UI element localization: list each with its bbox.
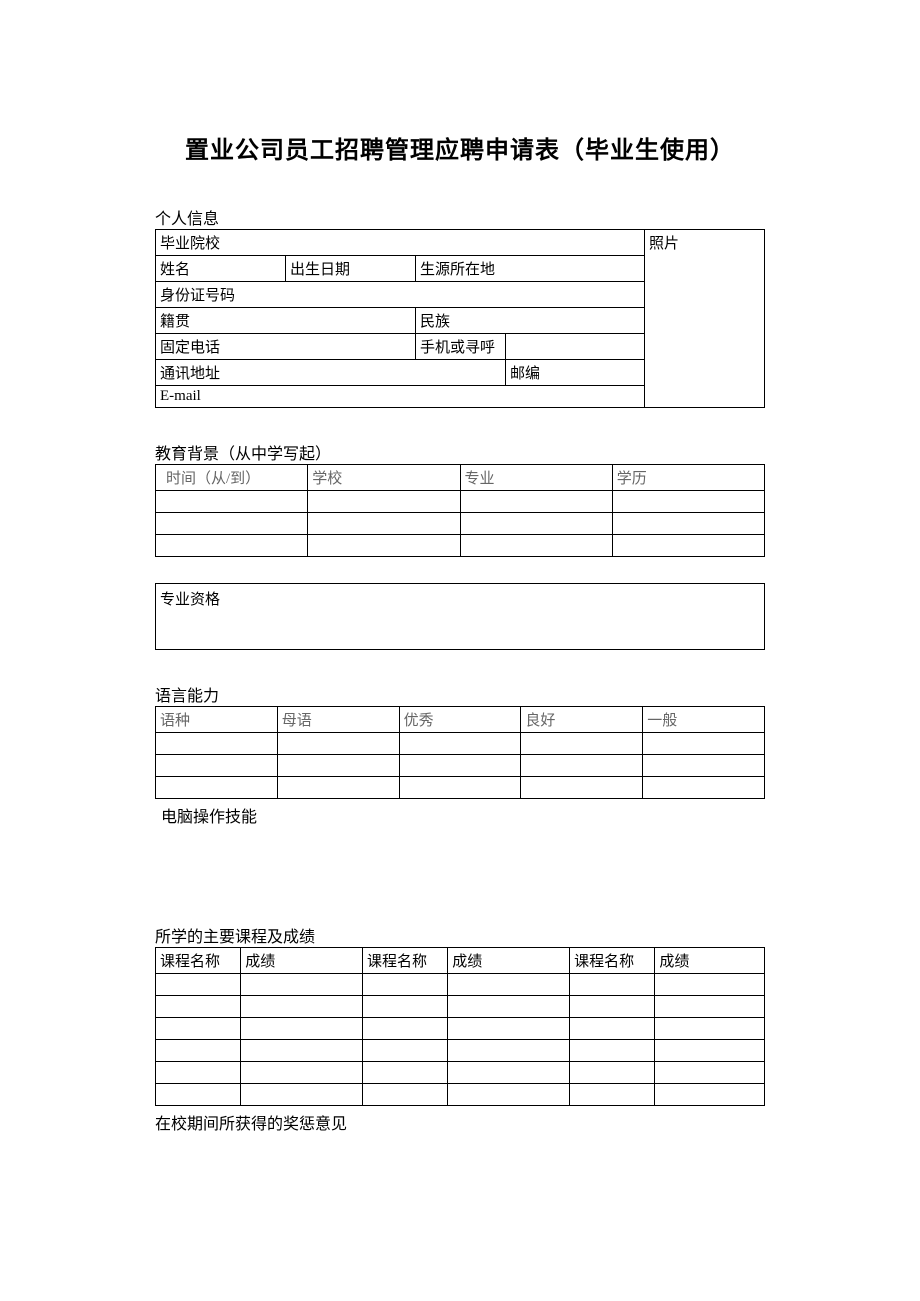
name-label: 姓名 (156, 256, 286, 282)
edu-col-school: 学校 (308, 465, 460, 491)
table-row (156, 1018, 765, 1040)
awards-heading: 在校期间所获得的奖惩意见 (155, 1110, 765, 1134)
table-row (156, 491, 765, 513)
lang-col-good: 良好 (521, 707, 643, 733)
course-col-score-3: 成绩 (655, 948, 765, 974)
edu-col-time: 时间（从/到） (156, 465, 308, 491)
mobile-label: 手机或寻呼 (416, 334, 506, 360)
table-row (156, 733, 765, 755)
table-row (156, 513, 765, 535)
table-row (156, 535, 765, 557)
table-row (156, 1062, 765, 1084)
table-row (156, 996, 765, 1018)
spacer (155, 408, 765, 434)
lang-col-fair: 一般 (643, 707, 765, 733)
courses-table: 课程名称 成绩 课程名称 成绩 课程名称 成绩 (155, 947, 765, 1106)
mobile-value (506, 334, 645, 360)
grad-school-label: 毕业院校 (156, 230, 645, 256)
personal-info-heading: 个人信息 (155, 205, 765, 229)
personal-info-table: 毕业院校 照片 姓名 出生日期 生源所在地 身份证号码 籍贯 民族 固定电话 手… (155, 229, 765, 408)
table-row (156, 974, 765, 996)
spacer (155, 557, 765, 583)
document-title: 置业公司员工招聘管理应聘申请表（毕业生使用） (155, 130, 765, 165)
email-label: E-mail (156, 386, 645, 408)
photo-label: 照片 (645, 230, 765, 408)
native-place-label: 籍贯 (156, 308, 416, 334)
course-col-name-1: 课程名称 (156, 948, 241, 974)
course-col-name-3: 课程名称 (570, 948, 655, 974)
course-col-score-1: 成绩 (241, 948, 363, 974)
edu-col-degree: 学历 (612, 465, 764, 491)
birth-date-label: 出生日期 (286, 256, 416, 282)
lang-col-lang: 语种 (156, 707, 278, 733)
ethnic-label: 民族 (416, 308, 645, 334)
table-row (156, 777, 765, 799)
page: 置业公司员工招聘管理应聘申请表（毕业生使用） 个人信息 毕业院校 照片 姓名 出… (0, 0, 920, 1301)
education-heading: 教育背景（从中学写起） (155, 440, 765, 464)
address-label: 通讯地址 (156, 360, 506, 386)
courses-header-row: 课程名称 成绩 课程名称 成绩 课程名称 成绩 (156, 948, 765, 974)
language-heading: 语言能力 (155, 682, 765, 706)
phone-label: 固定电话 (156, 334, 416, 360)
education-table: 时间（从/到） 学校 专业 学历 (155, 464, 765, 557)
lang-col-native: 母语 (277, 707, 399, 733)
zip-label: 邮编 (506, 360, 645, 386)
education-header-row: 时间（从/到） 学校 专业 学历 (156, 465, 765, 491)
spacer (155, 650, 765, 676)
language-header-row: 语种 母语 优秀 良好 一般 (156, 707, 765, 733)
computer-skills-heading: 电脑操作技能 (161, 803, 765, 827)
origin-label: 生源所在地 (416, 256, 645, 282)
table-row (156, 1084, 765, 1106)
table-row (156, 755, 765, 777)
course-col-score-2: 成绩 (448, 948, 570, 974)
table-row (156, 1040, 765, 1062)
edu-col-major: 专业 (460, 465, 612, 491)
table-row: 毕业院校 照片 (156, 230, 765, 256)
qualification-heading: 专业资格 (160, 592, 220, 608)
id-number-label: 身份证号码 (156, 282, 645, 308)
course-col-name-2: 课程名称 (363, 948, 448, 974)
language-table: 语种 母语 优秀 良好 一般 (155, 706, 765, 799)
qualification-box: 专业资格 (155, 583, 765, 650)
courses-heading: 所学的主要课程及成绩 (155, 923, 765, 947)
spacer (155, 827, 765, 917)
lang-col-excellent: 优秀 (399, 707, 521, 733)
